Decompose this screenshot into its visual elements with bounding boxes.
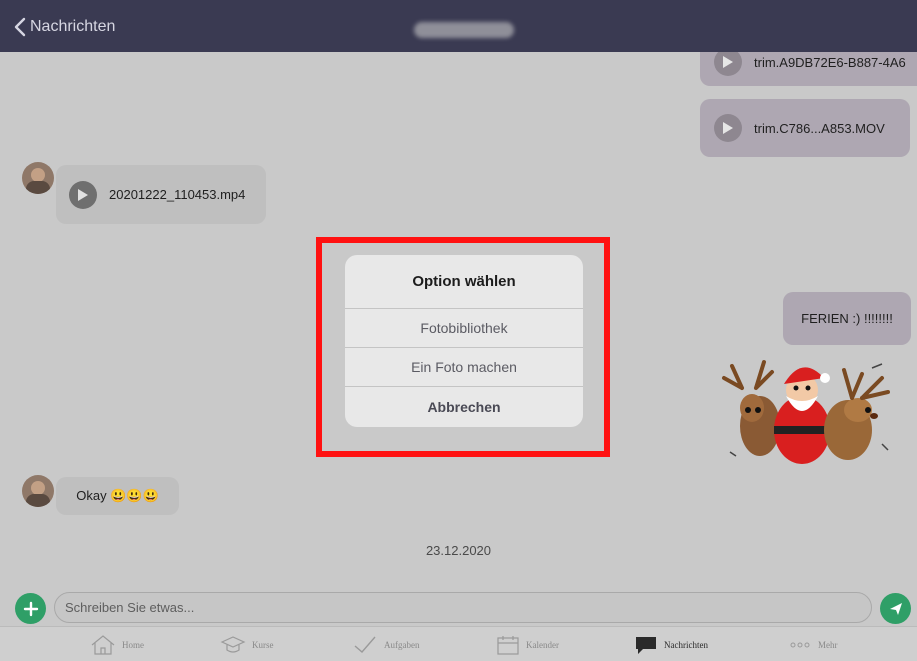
graduation-cap-icon	[220, 635, 246, 653]
tab-kalender[interactable]: Kalender	[496, 627, 559, 661]
video-filename: trim.C786...A853.MOV	[754, 120, 885, 136]
tab-label: Mehr	[818, 639, 838, 650]
date-divider: 23.12.2020	[425, 543, 492, 558]
add-attachment-button[interactable]	[15, 593, 46, 624]
message-composer	[0, 590, 917, 626]
outgoing-text-message[interactable]: FERIEN :) !!!!!!!!	[783, 292, 911, 345]
tab-kurse[interactable]: Kurse	[220, 627, 274, 661]
video-filename: trim.A9DB72E6-B887-4A6	[754, 54, 906, 70]
play-icon[interactable]	[69, 180, 97, 209]
back-button[interactable]: Nachrichten	[14, 17, 115, 37]
plus-icon	[23, 601, 38, 616]
play-icon[interactable]	[714, 52, 742, 76]
chat-bubble-icon	[636, 636, 656, 654]
tab-label: Home	[122, 639, 144, 650]
avatar[interactable]	[22, 475, 54, 507]
incoming-text-message[interactable]: Okay 😃😃😃	[56, 477, 179, 515]
calendar-icon	[497, 635, 519, 655]
video-filename: 20201222_110453.mp4	[109, 187, 246, 202]
tab-nachrichten[interactable]: Nachrichten	[634, 627, 708, 661]
more-dots-icon	[790, 642, 810, 647]
home-icon	[91, 634, 115, 655]
message-input[interactable]	[54, 592, 872, 623]
outgoing-video-message[interactable]: trim.C786...A853.MOV	[700, 99, 910, 157]
incoming-video-message[interactable]: 20201222_110453.mp4	[56, 165, 266, 224]
checkmark-icon	[354, 636, 376, 653]
back-label: Nachrichten	[30, 18, 116, 35]
tab-aufgaben[interactable]: Aufgaben	[352, 627, 420, 661]
tab-label: Kalender	[526, 639, 559, 650]
send-button[interactable]	[880, 593, 911, 624]
tab-label: Aufgaben	[384, 639, 420, 650]
message-text: Okay 😃😃😃	[76, 488, 159, 503]
highlight-box	[316, 237, 610, 457]
tab-label: Nachrichten	[664, 639, 708, 650]
outgoing-video-message[interactable]: trim.A9DB72E6-B887-4A6	[700, 52, 917, 86]
chevron-left-icon	[14, 17, 26, 37]
santa-reindeer-sticker[interactable]	[712, 348, 894, 468]
tab-bar: Home Kurse Aufgaben Kalender Nachrichten…	[0, 626, 917, 661]
tab-mehr[interactable]: Mehr	[788, 627, 838, 661]
avatar[interactable]	[22, 162, 54, 194]
navigation-bar: Nachrichten	[0, 0, 917, 52]
tab-label: Kurse	[252, 639, 274, 650]
paper-plane-icon	[889, 602, 902, 615]
tab-home[interactable]: Home	[90, 627, 144, 661]
conversation-title-redacted	[414, 22, 514, 38]
message-text: FERIEN :) !!!!!!!!	[801, 311, 893, 326]
play-icon[interactable]	[714, 114, 742, 142]
